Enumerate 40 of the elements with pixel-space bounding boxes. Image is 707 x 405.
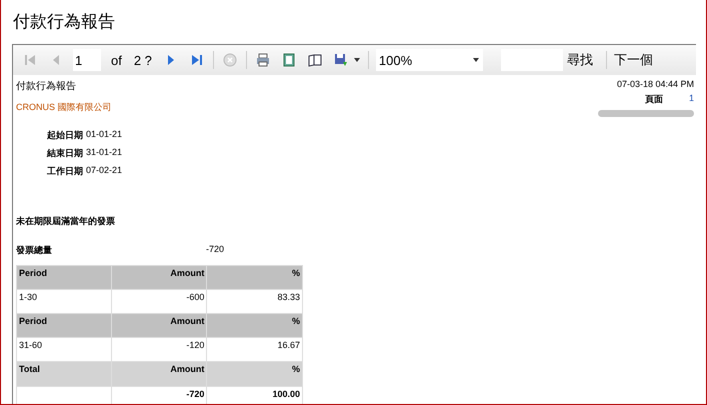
table-cell: Period (16, 314, 112, 338)
table-cell: -120 (111, 338, 207, 362)
window-title: 付款行為報告 (12, 11, 116, 33)
table-cell: Amount (111, 266, 207, 290)
date-label: 起始日期 (46, 129, 83, 142)
report-title: 付款行為報告 (16, 80, 77, 93)
table-cell: 83.33 (206, 290, 302, 314)
company-name: CRONUS 國際有限公司 (16, 101, 112, 114)
table-cell: Total (16, 362, 112, 386)
date-value: 07-02-21 (86, 165, 122, 177)
table-cell: -720 (111, 386, 207, 404)
of-label: of (111, 52, 122, 68)
section-title: 未在期限屆滿當年的發票 (16, 215, 116, 228)
table-cell: 1-30 (16, 290, 112, 314)
zoom-dropdown[interactable]: 100% (376, 49, 483, 71)
table-cell: 100.00 (206, 386, 302, 404)
table-cell: % (206, 362, 302, 386)
next-link[interactable]: 下一個 (614, 51, 653, 69)
page-number: 1 (688, 93, 694, 105)
table-cell: Amount (111, 314, 207, 338)
page-field[interactable]: 1 (73, 49, 101, 71)
date-value: 31-01-21 (86, 147, 122, 159)
caret-icon[interactable] (354, 58, 360, 62)
page-count: 2 ? (134, 52, 152, 68)
print-time: 07-03-18 04:44 PM (616, 79, 694, 89)
table-cell: Period (16, 266, 112, 290)
table-cell: 31-60 (16, 338, 112, 362)
caret-icon[interactable] (472, 58, 479, 62)
date-label: 工作日期 (46, 165, 83, 178)
total-label: 發票總量 (16, 244, 53, 257)
table-cell: -600 (111, 290, 207, 314)
table-cell: 16.67 (206, 338, 302, 362)
table-cell: Amount (111, 362, 207, 386)
total-value: -720 (206, 244, 224, 256)
page-label: 頁面 (644, 93, 663, 106)
date-value: 01-01-21 (86, 129, 122, 141)
table-cell: % (206, 266, 302, 290)
find-link[interactable]: 尋找 (566, 51, 593, 69)
date-label: 結束日期 (46, 147, 83, 160)
table-cell: % (206, 314, 302, 338)
